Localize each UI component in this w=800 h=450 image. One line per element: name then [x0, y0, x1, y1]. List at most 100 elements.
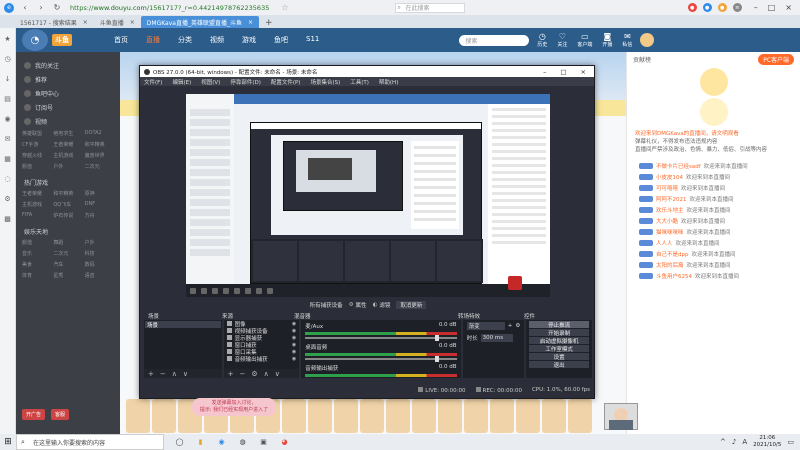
menu-item[interactable]: 推荐 [16, 72, 120, 86]
notes-icon[interactable]: ▤ [3, 94, 13, 104]
stop-streaming-button[interactable]: 停止推流 [529, 321, 589, 329]
chat-message[interactable]: 大大小酷 欢迎来到本直播间 [627, 215, 800, 226]
menu-profile[interactable]: 配置文件(P) [271, 78, 301, 86]
back-icon[interactable]: ‹ [20, 3, 30, 13]
close-icon[interactable]: × [248, 19, 253, 26]
volume-slider[interactable] [305, 356, 457, 362]
nav-yuba[interactable]: 鱼吧 [274, 35, 288, 45]
apps-icon[interactable]: ▩ [3, 214, 13, 224]
system-clock[interactable]: 21:06 2021/10/5 [753, 435, 781, 449]
add-icon[interactable]: + [508, 323, 513, 329]
menu-item[interactable]: 视频 [16, 114, 120, 128]
gift-item[interactable] [308, 399, 332, 433]
remove-icon[interactable]: − [160, 370, 166, 378]
header-follow[interactable]: ♡ 关注 [557, 32, 567, 48]
close-icon[interactable]: × [785, 3, 792, 12]
tools-icon[interactable]: ⚙ [3, 194, 13, 204]
up-icon[interactable]: ∧ [264, 370, 269, 378]
menu-file[interactable]: 文件(F) [144, 78, 162, 86]
browser-logo-icon[interactable]: e [4, 2, 14, 13]
extension-icon[interactable]: ● [702, 3, 712, 12]
maximize-icon[interactable]: □ [560, 68, 566, 76]
browser-icon[interactable]: ◉ [216, 437, 227, 448]
browser-search-input[interactable]: 在此搜索 [394, 2, 465, 13]
support-button[interactable]: 客服 [51, 409, 70, 420]
refresh-icon[interactable]: ↻ [52, 3, 62, 13]
gift-item[interactable] [516, 399, 540, 433]
maximize-icon[interactable]: □ [768, 3, 776, 12]
danmaku-hint[interactable]: 发送弹幕加入讨论， 提示: 我们已经实现用户进入了 [192, 398, 276, 416]
site-logo[interactable]: ◔ 斗鱼 [16, 28, 86, 52]
tab-douyu[interactable]: 斗鱼直播 × [94, 16, 141, 28]
gift-item[interactable] [386, 399, 410, 433]
exit-button[interactable]: 退出 [529, 361, 589, 369]
gift-item[interactable] [568, 399, 592, 433]
close-icon[interactable]: × [130, 19, 135, 26]
chat-message[interactable]: 斗鱼用户6254 欢迎来到本直播间 [627, 270, 800, 281]
chat-message[interactable]: 可可嘻嘻 欢迎来到本直播间 [627, 182, 800, 193]
down-icon[interactable]: ∨ [275, 370, 280, 378]
close-icon[interactable]: × [581, 68, 586, 76]
add-icon[interactable]: + [148, 370, 154, 378]
windows-start-icon[interactable]: ⊞ [0, 434, 16, 450]
bookmark-star-icon[interactable]: ☆ [281, 3, 288, 12]
scene-item[interactable]: 场景 [145, 321, 221, 329]
studio-mode-button[interactable]: 工作室模式 [529, 345, 589, 353]
gift-item[interactable] [542, 399, 566, 433]
chat-message[interactable]: 太阳的后裔 欢迎来到本直播间 [627, 259, 800, 270]
favorites-icon[interactable]: ★ [3, 34, 13, 44]
settings-icon[interactable]: ⚙ [251, 370, 257, 378]
douyu-icon[interactable]: ◕ [279, 437, 290, 448]
chat-message[interactable]: 阿阿不2021 欢迎来到本直播间 [627, 193, 800, 204]
menu-docks[interactable]: 停靠部件(D) [230, 78, 261, 86]
new-tab-icon[interactable]: + [259, 18, 279, 28]
chat-message[interactable]: 人人人 欢迎来到本直播间 [627, 237, 800, 248]
avatar[interactable] [640, 33, 655, 47]
site-search-input[interactable]: 搜索 [459, 34, 530, 46]
virtual-camera-button[interactable]: 启动虚拟摄像机 [529, 337, 589, 345]
filters-button[interactable]: ◐ 滤镜 [373, 301, 391, 309]
calendar-icon[interactable]: ▦ [3, 154, 13, 164]
nav-home[interactable]: 首页 [114, 35, 128, 45]
chat-message[interactable]: 自己不是dpp 欢迎来到本直播间 [627, 248, 800, 259]
menu-tools[interactable]: 工具(T) [350, 78, 369, 86]
gift-item[interactable] [438, 399, 462, 433]
deactivate-button[interactable]: 取消更新 [396, 301, 427, 309]
download-icon[interactable]: ↓ [3, 74, 13, 84]
volume-icon[interactable]: ♪ [732, 438, 736, 446]
nav-video[interactable]: 视频 [210, 35, 224, 45]
tray-expand-icon[interactable]: ^ [720, 438, 726, 446]
menu-icon[interactable]: ≡ [732, 3, 742, 12]
menu-view[interactable]: 视图(V) [201, 78, 220, 86]
transition-select[interactable]: 渐变 [466, 322, 505, 330]
chat-message[interactable]: 不做卡片已经sadf 欢迎来到本直播间 [627, 160, 800, 171]
gift-item[interactable] [412, 399, 436, 433]
menu-help[interactable]: 帮助(H) [379, 78, 398, 86]
volume-slider[interactable] [305, 335, 457, 341]
nav-live[interactable]: 直播 [146, 35, 160, 45]
tab-search-results[interactable]: 1561717 - 搜索结果 × [14, 16, 94, 28]
up-icon[interactable]: ∧ [172, 370, 177, 378]
chat-icon[interactable]: ◌ [3, 174, 13, 184]
start-recording-button[interactable]: 开始录制 [529, 329, 589, 337]
gift-item[interactable] [334, 399, 358, 433]
header-broadcast[interactable]: ◙ 开播 [602, 32, 612, 48]
explorer-icon[interactable]: ▮ [195, 437, 206, 448]
minimize-icon[interactable]: – [543, 68, 546, 76]
menu-edit[interactable]: 编辑(E) [172, 78, 191, 86]
game-icon[interactable]: ◉ [3, 114, 13, 124]
task-view-icon[interactable]: ◯ [174, 437, 185, 448]
media-icon[interactable]: ▣ [258, 437, 269, 448]
obs-icon[interactable]: ◍ [237, 437, 248, 448]
ad-button[interactable]: 开广告 [22, 409, 46, 420]
pc-client-button[interactable]: PC客户端 [758, 53, 794, 65]
ime-icon[interactable]: A [742, 438, 747, 446]
extension-icon[interactable]: ● [717, 3, 727, 12]
gift-item[interactable] [360, 399, 384, 433]
properties-button[interactable]: ⚙ 属性 [349, 301, 367, 309]
extension-icon[interactable]: ● [687, 3, 697, 12]
settings-button[interactable]: 设置 [529, 353, 589, 361]
menu-item[interactable]: 订阅号 [16, 100, 120, 114]
gift-item[interactable] [464, 399, 488, 433]
add-icon[interactable]: + [228, 370, 234, 378]
